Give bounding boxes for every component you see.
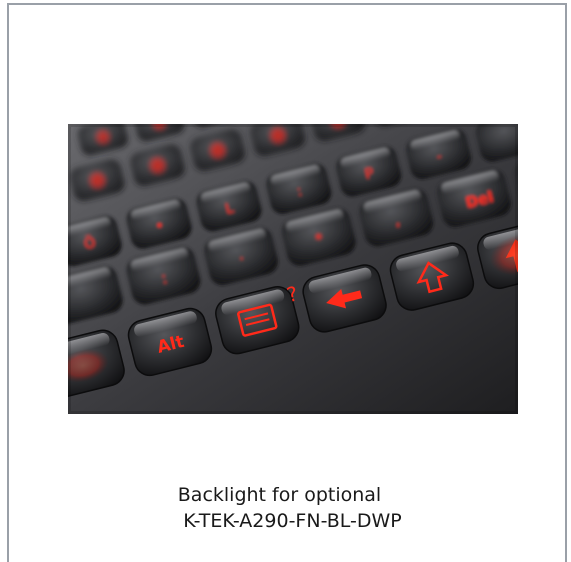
image-caption: Backlight for optional K-TEK-A290-FN-BL-… <box>0 482 571 534</box>
keyboard-photo-graphic: Ö • L : P - : · * , Del Alt ? <box>68 124 518 414</box>
caption-line-1: Backlight for optional <box>177 484 382 506</box>
caption-line-2: K-TEK-A290-FN-BL-DWP <box>183 510 402 532</box>
keyboard-photo: Ö • L : P - : · * , Del Alt ? <box>68 124 518 414</box>
